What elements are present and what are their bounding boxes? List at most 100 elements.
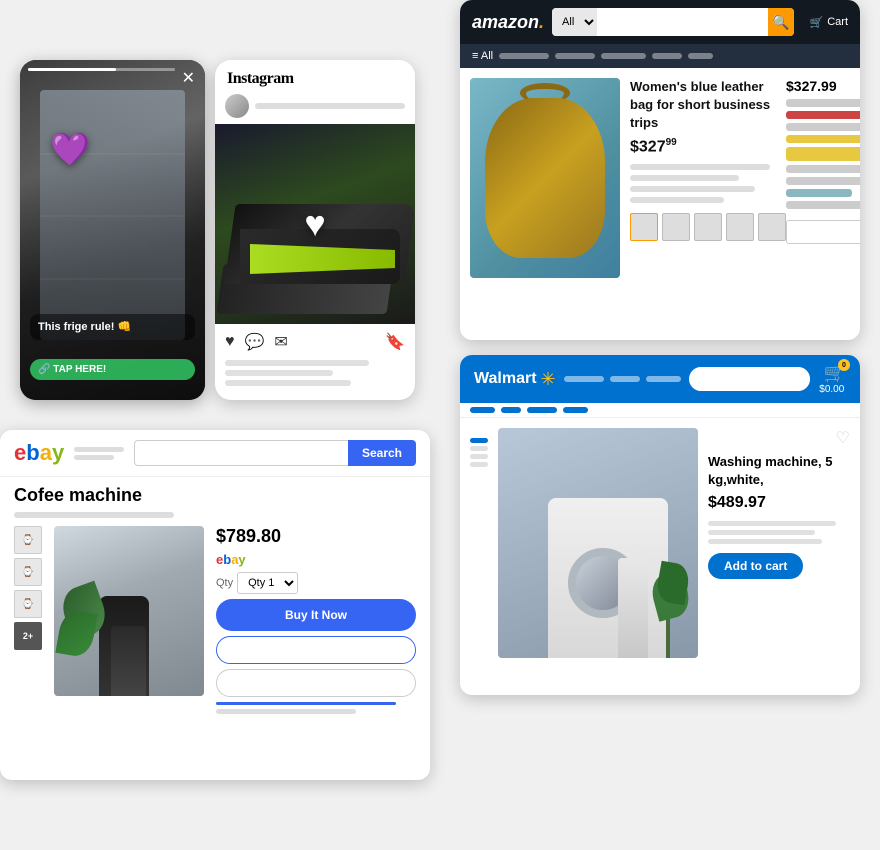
- header-bar-1: [74, 447, 124, 452]
- ebay-search-button[interactable]: Search: [348, 440, 416, 466]
- info-bar-3: [630, 186, 755, 192]
- close-icon[interactable]: ✕: [182, 68, 195, 88]
- amazon-input-box: [786, 220, 860, 244]
- amazon-product-title: Women's blue leather bag for short busin…: [630, 78, 786, 133]
- walmart-header: Walmart ✳ 🔍 🛒 0 $0.00: [460, 355, 860, 403]
- instagram-panel: Instagram ♥ ♥ 💬 ✉ 🔖: [215, 60, 415, 400]
- info-bar-1: [630, 164, 770, 170]
- ig-avatar: [225, 94, 249, 118]
- walmart-logo-wrap: Walmart ✳: [474, 369, 556, 390]
- info-bar-2: [630, 175, 739, 181]
- walmart-panel: Walmart ✳ 🔍 🛒 0 $0.00: [460, 355, 860, 695]
- ebay-thumb-2[interactable]: ⌚: [14, 558, 42, 586]
- ebay-thumb-3[interactable]: ⌚: [14, 590, 42, 618]
- walmart-price: $489.97: [708, 494, 850, 512]
- walmart-cart-total: $0.00: [819, 384, 844, 395]
- amazon-search-button[interactable]: 🔍: [768, 8, 793, 36]
- ig-like-icon[interactable]: ♥: [225, 333, 235, 351]
- amazon-product-info: Women's blue leather bag for short busin…: [620, 78, 786, 278]
- right-bar-6: [786, 201, 860, 209]
- ebay-qty-select[interactable]: Qty 1: [237, 572, 298, 594]
- thumb-4[interactable]: [726, 213, 754, 241]
- ebay-detail-bar-1: [216, 702, 396, 705]
- walmart-product-title: Washing machine, 5 kg,white,: [708, 453, 850, 489]
- nav-bar-4: [652, 53, 682, 59]
- amazon-right-bars: [786, 99, 860, 209]
- walmart-product-details: ♡ Washing machine, 5 kg,white, $489.97 A…: [708, 428, 850, 658]
- thumb-2[interactable]: [662, 213, 690, 241]
- ebay-buy-button[interactable]: Buy It Now: [216, 599, 416, 631]
- ebay-offer-button: [216, 636, 416, 664]
- ig-share-icon[interactable]: ✉: [274, 332, 287, 352]
- heart-sticker: 💜: [50, 130, 90, 168]
- amazon-body: Women's blue leather bag for short busin…: [460, 68, 860, 288]
- amazon-right-price: $327.99: [786, 78, 860, 94]
- search-icon: 🔍: [772, 14, 789, 31]
- right-bar-3: [786, 123, 860, 131]
- ebay-product-image: [54, 526, 204, 696]
- amazon-header: amazon. All 🔍 🛒 Cart: [460, 0, 860, 44]
- thumb-1[interactable]: [630, 213, 658, 241]
- walmart-body: ♡ Washing machine, 5 kg,white, $489.97 A…: [460, 418, 860, 668]
- bag-body: [485, 98, 605, 258]
- ebay-search-input[interactable]: [134, 440, 348, 466]
- thumb-5[interactable]: [758, 213, 786, 241]
- nav-bar-2: [555, 53, 595, 59]
- ebay-logo-a: a: [40, 440, 52, 465]
- story-progress: [28, 68, 175, 71]
- walmart-cart-icon[interactable]: 🛒 0: [824, 363, 846, 384]
- ebay-logo-small: ebay: [216, 552, 416, 567]
- ebay-sm-y: y: [238, 552, 245, 567]
- wm-sidebar-line-3: [470, 462, 488, 467]
- ebay-thumb-1[interactable]: ⌚: [14, 526, 42, 554]
- walmart-info-bars: [708, 521, 850, 544]
- right-bar-teal: [786, 189, 852, 197]
- wm-info-bar-3: [708, 539, 822, 544]
- fridge-caption-box: This frige rule! 👊: [30, 314, 195, 340]
- ebay-title-bar: [14, 512, 174, 518]
- amazon-search-input[interactable]: [597, 8, 768, 36]
- wm-link-1[interactable]: [470, 407, 495, 413]
- walmart-search-input[interactable]: [697, 367, 810, 391]
- info-bar-4: [630, 197, 724, 203]
- wm-sidebar-line-1: [470, 446, 488, 451]
- amazon-cart[interactable]: 🛒 Cart: [810, 16, 848, 29]
- ig-user-row: [215, 94, 415, 124]
- wm-nav-bar-1: [564, 376, 604, 382]
- fridge-story-panel: ✕ 💜 This frige rule! 👊 🔗 TAP HERE!: [20, 60, 205, 400]
- amazon-nav-bars: [499, 53, 713, 59]
- right-bar-2: [786, 111, 860, 119]
- story-progress-fill: [28, 68, 116, 71]
- walmart-product-image: [498, 428, 698, 658]
- ig-post-image: ♥: [215, 124, 415, 324]
- thumb-3[interactable]: [694, 213, 722, 241]
- cart-icon: 🛒: [810, 16, 824, 29]
- walmart-nav-meta-bars: [564, 376, 681, 382]
- nav-bar-3: [601, 53, 646, 59]
- walmart-logo: Walmart: [474, 370, 537, 388]
- ebay-price: $789.80: [216, 526, 416, 547]
- fridge-overlay: [20, 60, 205, 400]
- walmart-search-wrap: 🔍: [689, 367, 810, 391]
- walmart-add-to-cart-button[interactable]: Add to cart: [708, 553, 803, 579]
- amazon-logo: amazon.: [472, 12, 544, 33]
- ig-description: [215, 360, 415, 386]
- wm-link-2[interactable]: [501, 407, 521, 413]
- tap-here-button[interactable]: 🔗 TAP HERE!: [30, 359, 195, 380]
- walmart-wishlist-icon[interactable]: ♡: [836, 428, 850, 448]
- wm-link-4[interactable]: [563, 407, 588, 413]
- ebay-thumb-count[interactable]: 2+: [14, 622, 42, 650]
- wm-link-3[interactable]: [527, 407, 557, 413]
- amazon-product-image: [470, 78, 620, 278]
- ig-bookmark-icon[interactable]: 🔖: [385, 332, 405, 352]
- right-bar-1: [786, 99, 860, 107]
- ig-comment-icon[interactable]: 💬: [245, 332, 265, 352]
- fridge-image: ✕ 💜 This frige rule! 👊 🔗 TAP HERE!: [20, 60, 205, 400]
- ebay-logo-e: e: [14, 440, 26, 465]
- ebay-detail-bar-2: [216, 709, 356, 714]
- amazon-nav-all[interactable]: ≡ All: [472, 50, 493, 62]
- ebay-qty-label: Qty: [216, 577, 233, 589]
- ebay-logo-b: b: [26, 440, 39, 465]
- amazon-search-category[interactable]: All: [552, 8, 597, 36]
- walmart-cart-wrap: 🛒 0 $0.00: [818, 363, 846, 395]
